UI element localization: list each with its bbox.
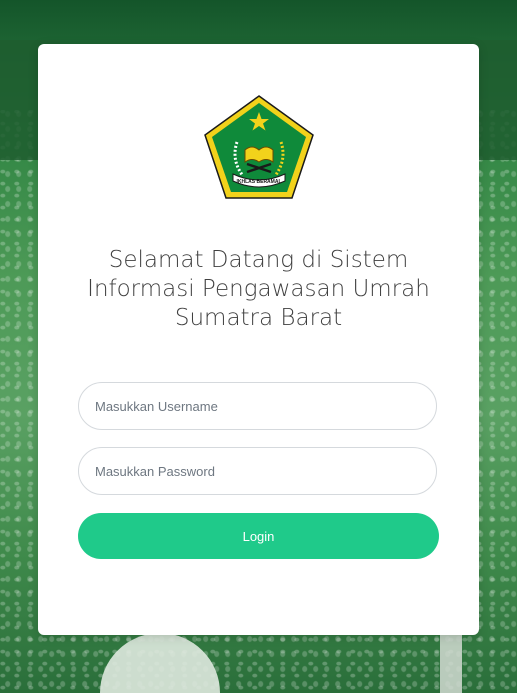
- login-card: IKHLAS BERAMAL Selamat Datang di Sistem …: [38, 44, 479, 635]
- welcome-heading: Selamat Datang di Sistem Informasi Penga…: [58, 246, 459, 333]
- login-button[interactable]: Login: [78, 513, 439, 559]
- logo-banner-text: IKHLAS BERAMAL: [237, 179, 282, 185]
- kemenag-logo-icon: IKHLAS BERAMAL: [204, 95, 314, 199]
- welcome-line-2: Informasi Pengawasan Umrah: [87, 276, 430, 302]
- username-input[interactable]: [78, 382, 437, 430]
- background-dome: [100, 633, 220, 693]
- welcome-line-3: Sumatra Barat: [174, 305, 343, 331]
- password-input[interactable]: [78, 447, 437, 495]
- welcome-line-1: Selamat Datang di Sistem: [108, 247, 409, 273]
